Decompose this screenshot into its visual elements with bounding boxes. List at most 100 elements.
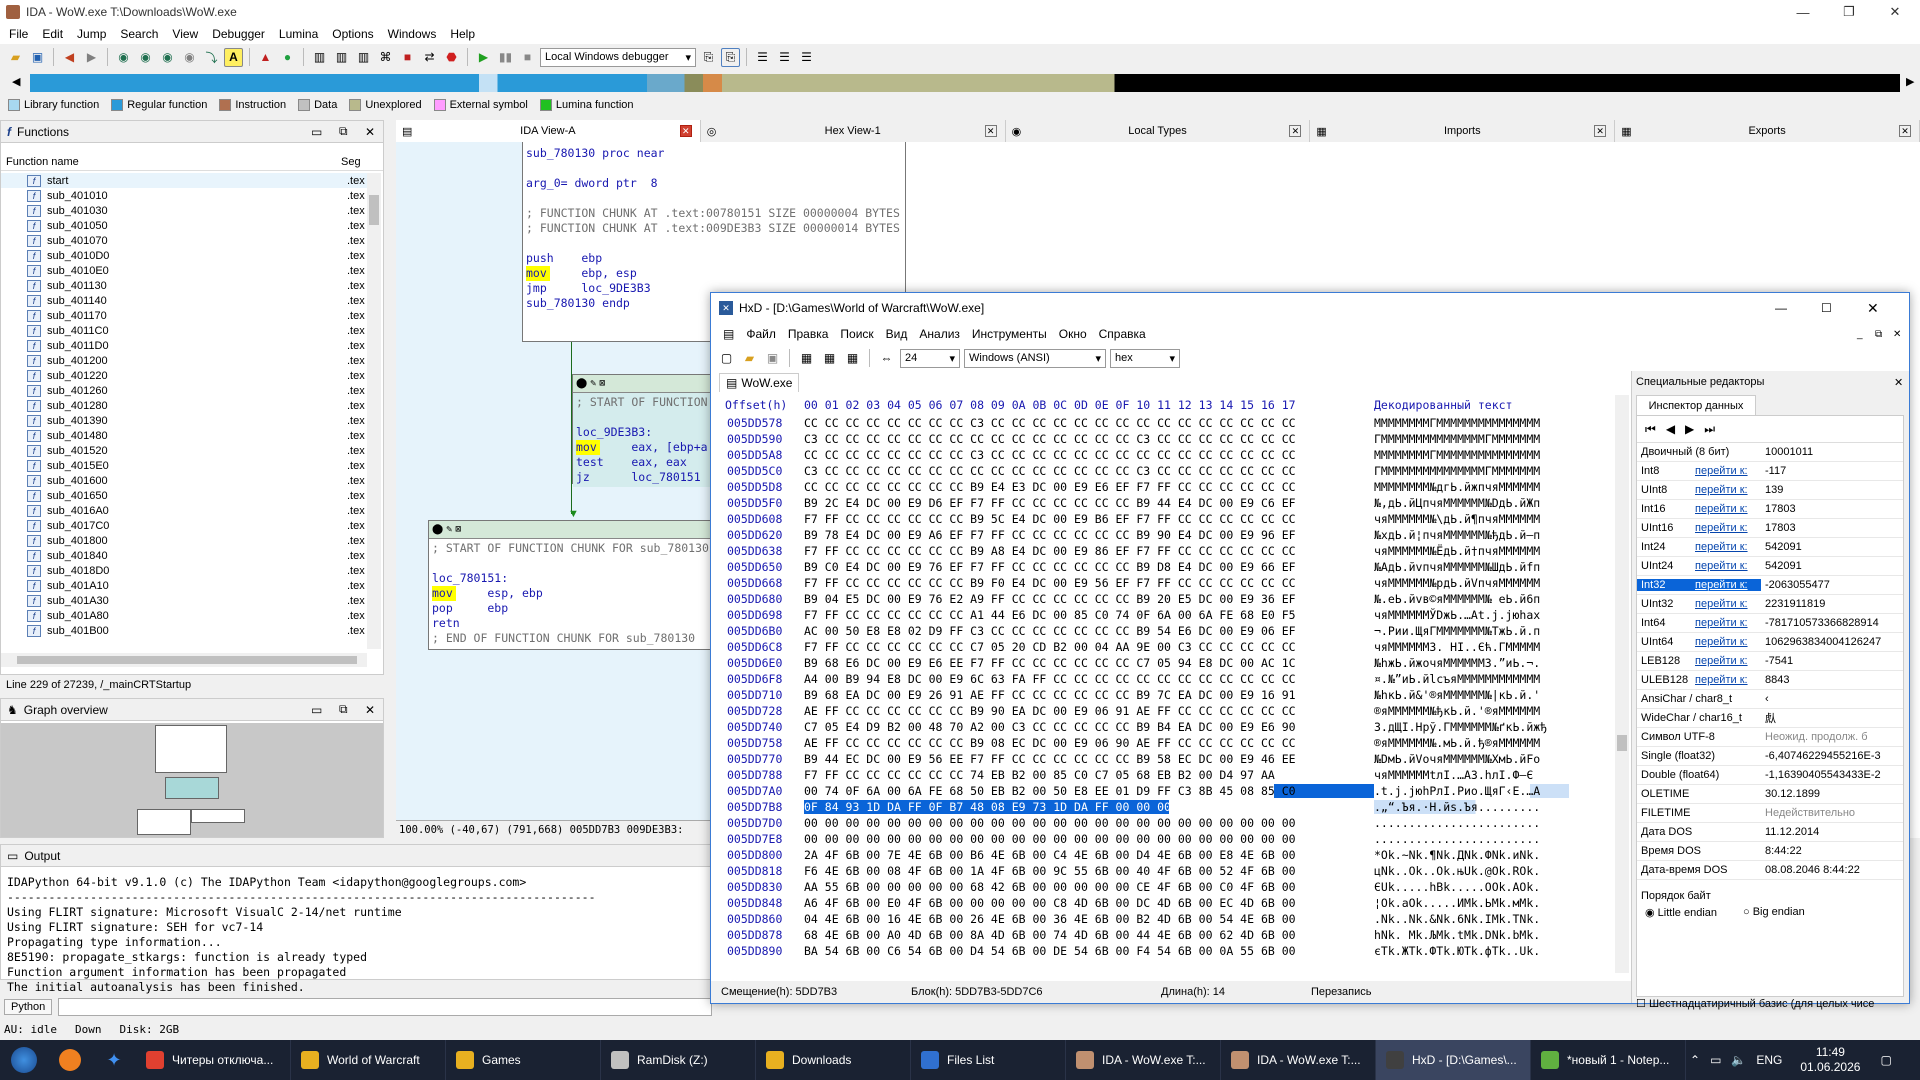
goto-link[interactable]: перейти к: xyxy=(1695,503,1761,515)
inspector-value[interactable]: -117 xyxy=(1761,465,1786,477)
encoding-select[interactable]: Windows (ANSI) ▾ xyxy=(964,348,1106,368)
hex-decoded[interactable]: чяММММММ№\дЬ.й¶пчяММММММ xyxy=(1374,512,1569,526)
new-file-icon[interactable]: ▢ xyxy=(717,349,736,368)
taskbar-item[interactable]: Files List xyxy=(911,1040,1066,1080)
function-row[interactable]: f sub_4017C0 .tex xyxy=(1,518,367,533)
inspector-value[interactable]: 542091 xyxy=(1761,541,1802,553)
maximize-button[interactable]: ❐ xyxy=(1826,0,1872,24)
hex-row[interactable]: 005DD800 2A 4F 6B 00 7E 4E 6B 00 B6 4E 6B… xyxy=(711,847,1631,863)
hxd-minimize-button[interactable]: — xyxy=(1775,301,1787,315)
group-icon[interactable]: ⊠ xyxy=(599,376,605,391)
file-tab-wow-exe[interactable]: ▤ WoW.exe xyxy=(719,372,800,392)
hex-row[interactable]: 005DD7B8 0F 84 93 1D DA FF 0F B7 48 08 E9… xyxy=(711,799,1631,815)
inspector-row[interactable]: UInt16 перейти к: 17803 xyxy=(1637,519,1903,538)
stop-icon[interactable]: ■ xyxy=(518,48,537,67)
process-icon[interactable]: ▦ xyxy=(843,349,862,368)
function-row[interactable]: f sub_401130 .tex xyxy=(1,278,367,293)
navigation-band[interactable]: ◀ ▶ xyxy=(0,70,1920,96)
inspector-value[interactable]: -7541 xyxy=(1761,655,1793,667)
inspector-value[interactable]: -2063055477 xyxy=(1761,579,1830,591)
goto-link[interactable]: перейти к: xyxy=(1695,560,1761,572)
hex-row[interactable]: 005DD5C0 C3 CC CC CC CC CC CC CC CC CC CC… xyxy=(711,463,1631,479)
next-icon[interactable]: ▶ xyxy=(1685,422,1694,436)
hex-row[interactable]: 005DD788 F7 FF CC CC CC CC CC CC 74 EB B2… xyxy=(711,767,1631,783)
hex-bytes[interactable]: F7 FF CC CC CC CC CC CC B9 A8 E4 DC 00 E… xyxy=(804,544,1374,558)
inspector-value[interactable]: 17803 xyxy=(1761,503,1796,515)
hex-bytes[interactable]: AE FF CC CC CC CC CC CC B9 90 EA DC 00 E… xyxy=(804,704,1374,718)
hex-decoded[interactable]: №,дЬ.йЦпчяММММММ№DдЬ.йЖп xyxy=(1374,496,1569,510)
hex-bytes[interactable]: B9 68 EA DC 00 E9 26 91 AE FF CC CC CC C… xyxy=(804,688,1374,702)
taskbar-item[interactable]: HxD - [D:\Games\... xyxy=(1376,1040,1531,1080)
taskbar-item[interactable]: Читеры отключа... xyxy=(136,1040,291,1080)
hex-bytes[interactable]: F7 FF CC CC CC CC CC CC B9 5C E4 DC 00 E… xyxy=(804,512,1374,526)
rename-icon[interactable]: ✎ xyxy=(446,522,452,537)
hex-row[interactable]: 005DD7E8 00 00 00 00 00 00 00 00 00 00 00… xyxy=(711,831,1631,847)
menu-edit[interactable]: Edit xyxy=(37,27,72,41)
hex-basis-checkbox[interactable]: ☐ Шестнадцатиричный базис (для целых чис… xyxy=(1636,997,1908,1010)
base-select[interactable]: hex ▾ xyxy=(1110,348,1180,368)
hex-bytes[interactable]: B9 44 EC DC 00 E9 56 EE F7 FF CC CC CC C… xyxy=(804,752,1374,766)
xref-icon[interactable]: ⌘ xyxy=(376,48,395,67)
hxd-maximize-button[interactable]: ☐ xyxy=(1821,301,1832,315)
inspector-value[interactable]: 17803 xyxy=(1761,522,1796,534)
hex-decoded[interactable]: №.еЬ.йvв©яММММММ№ еЬ.й6п xyxy=(1374,592,1569,606)
function-row[interactable]: f sub_401800 .tex xyxy=(1,533,367,548)
function-row[interactable]: f sub_401480 .tex xyxy=(1,428,367,443)
inspector-row[interactable]: Дата-время DOS 08.08.2046 8:44:22 xyxy=(1637,861,1903,880)
last-icon[interactable]: ⏭ xyxy=(1704,422,1715,437)
hex-decoded[interactable]: ГМММММММММММММММГМММММММ xyxy=(1374,464,1569,478)
inspector-row[interactable]: ULEB128 перейти к: 8843 xyxy=(1637,671,1903,690)
panel-float-icon[interactable]: ⧉ xyxy=(339,702,348,717)
code-line[interactable] xyxy=(526,191,902,206)
attach-icon[interactable]: ⎘ xyxy=(699,48,718,67)
function-row[interactable]: f sub_4010D0 .tex xyxy=(1,248,367,263)
detach-icon[interactable]: ⎘ xyxy=(721,47,740,67)
taskbar-item[interactable]: World of Warcraft xyxy=(291,1040,446,1080)
inspector-value[interactable]: -781710573366828914 xyxy=(1761,617,1879,629)
functions-scrollbar[interactable] xyxy=(367,173,381,649)
function-row[interactable]: f sub_401600 .tex xyxy=(1,473,367,488)
hex-row[interactable]: 005DD608 F7 FF CC CC CC CC CC CC B9 5C E4… xyxy=(711,511,1631,527)
code-line[interactable] xyxy=(526,236,902,251)
inspector-value[interactable]: Неожид. продолж. б xyxy=(1761,731,1868,743)
hex-bytes[interactable]: C3 CC CC CC CC CC CC CC CC CC CC CC CC C… xyxy=(804,432,1374,446)
hex-decoded[interactable]: ¦Ok.аOk.....ИMk.ЬMk.мMk. xyxy=(1374,896,1569,910)
hxd-menu-file[interactable]: Файл xyxy=(740,327,782,341)
hex-bytes[interactable]: AC 00 50 E8 E8 02 D9 FF C3 CC CC CC CC C… xyxy=(804,624,1374,638)
clock[interactable]: 11:49 01.06.2026 xyxy=(1800,1045,1860,1075)
volume-icon[interactable]: 🔈 xyxy=(1731,1053,1746,1067)
inspector-value[interactable]: 11.12.2014 xyxy=(1761,826,1819,838)
stop-sign-icon[interactable]: ⬣ xyxy=(442,48,461,67)
inspector-value[interactable]: -1,16390405543433E-2 xyxy=(1761,769,1881,781)
code-line[interactable]: mov ebp, esp xyxy=(526,266,902,281)
column-function-name[interactable]: Function name xyxy=(1,156,341,168)
function-row[interactable]: f sub_401A80 .tex xyxy=(1,608,367,623)
taskbar-item[interactable]: IDA - WoW.exe T:... xyxy=(1221,1040,1376,1080)
close-button[interactable]: ✕ xyxy=(1872,0,1918,24)
hex-row[interactable]: 005DD848 A6 4F 6B 00 E0 4F 6B 00 00 00 00… xyxy=(711,895,1631,911)
hex-bytes[interactable]: 0F 84 93 1D DA FF 0F B7 48 08 E9 73 1D D… xyxy=(804,800,1374,814)
inspector-row[interactable]: UInt32 перейти к: 2231911819 xyxy=(1637,595,1903,614)
trace-icon[interactable]: ⇄ xyxy=(420,48,439,67)
hex-row[interactable]: 005DD758 AE FF CC CC CC CC CC CC B9 08 EC… xyxy=(711,735,1631,751)
save-file-icon[interactable]: ▣ xyxy=(763,349,782,368)
inspector-row[interactable]: UInt24 перейти к: 542091 xyxy=(1637,557,1903,576)
seg-icon[interactable]: ▥ xyxy=(310,48,329,67)
tab-close-icon[interactable]: ✕ xyxy=(984,125,997,137)
python-button[interactable]: Python xyxy=(4,999,53,1015)
ram-icon[interactable]: ▦ xyxy=(797,349,816,368)
hex-bytes[interactable]: 00 74 0F 6A 00 6A FE 68 50 EB B2 00 50 E… xyxy=(804,784,1374,798)
hex-bytes[interactable]: B9 2C E4 DC 00 E9 D6 EF F7 FF CC CC CC C… xyxy=(804,496,1374,510)
tray-expand-icon[interactable]: ⌃ xyxy=(1690,1053,1700,1067)
menu-search[interactable]: Search xyxy=(115,27,167,41)
inspector-value[interactable]: 10001011 xyxy=(1761,446,1813,458)
navigation-strip[interactable] xyxy=(30,74,1900,92)
hex-row[interactable]: 005DD578 CC CC CC CC CC CC CC CC C3 CC CC… xyxy=(711,415,1631,431)
pause-icon[interactable]: ▮▮ xyxy=(496,48,515,67)
network-icon[interactable]: ▭ xyxy=(1710,1053,1721,1067)
hex-decoded[interactable]: чяММММММЗ. НІ..Єћ.ГМММММ xyxy=(1374,640,1569,654)
goto-link[interactable]: перейти к: xyxy=(1695,598,1761,610)
hex-bytes[interactable]: 68 4E 6B 00 A0 4D 6B 00 8A 4D 6B 00 74 4… xyxy=(804,928,1374,942)
data-icon[interactable]: ◉ xyxy=(158,48,177,67)
function-row[interactable]: f sub_4015E0 .tex xyxy=(1,458,367,473)
